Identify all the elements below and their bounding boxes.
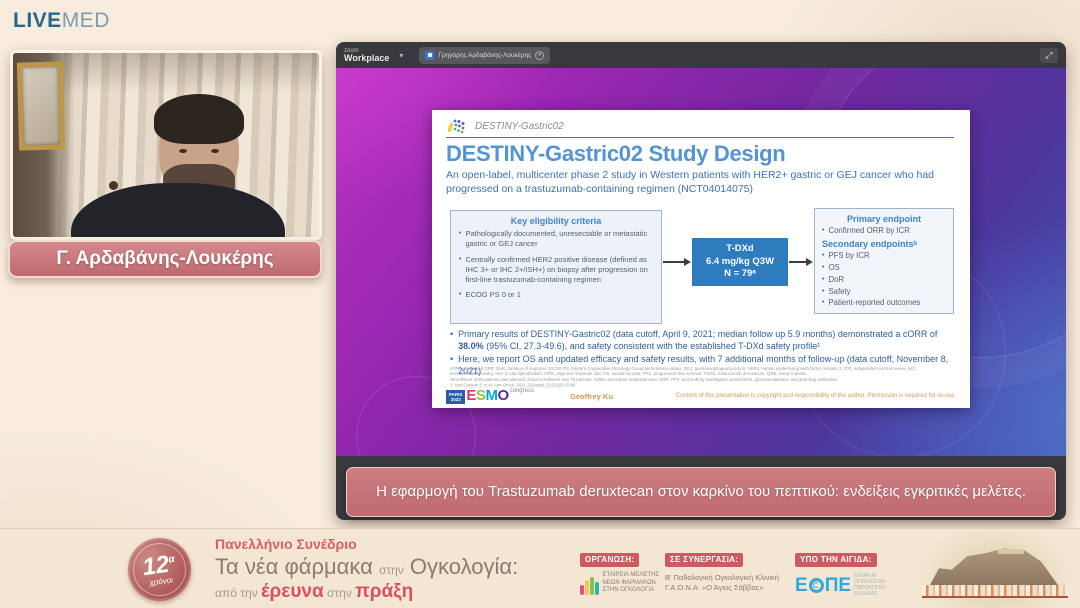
endpoints-box: Primary endpoint Confirmed ORR by ICR Se…: [814, 208, 954, 314]
chevron-down-icon[interactable]: ▾: [399, 51, 403, 60]
slide-title: DESTINY-Gastric02 Study Design: [446, 141, 785, 167]
close-icon[interactable]: ✕: [535, 51, 544, 60]
zoom-window: zoom Workplace ▾ Γρηγόρης Αρδαβάνης-Λουκ…: [336, 42, 1066, 520]
landscape-painting: [902, 529, 1080, 608]
treatment-name: T-DXd: [726, 243, 753, 256]
eligibility-title: Key eligibility criteria: [459, 216, 653, 226]
arrow-right-icon: [663, 261, 685, 263]
livemed-logo-med: MED: [62, 9, 110, 32]
slide-logo-row: DESTINY-Gastric02: [446, 116, 954, 138]
conference-title-block: Πανελλήνιο Συνέδριο Τα νέα φάρμακα στην …: [215, 536, 518, 603]
secondary-endpoint-item: Safety: [822, 287, 946, 297]
session-title-banner: Η εφαρμογή του Trastuzumab deruxtecan στ…: [346, 467, 1056, 517]
primary-endpoint-title: Primary endpoint: [822, 214, 946, 224]
organizer-name: ΕΤΑΙΡΕΙΑ ΜΕΛΕΤΗΣ ΝΕΩΝ ΦΑΡΜΑΚΩΝ ΣΤΗΝ ΟΓΚΟ…: [603, 572, 661, 595]
secondary-endpoint-item: Patient-reported outcomes: [822, 298, 946, 308]
eligibility-item: Pathologically documented, unresectable …: [459, 229, 653, 249]
participant-tab-label: Γρηγόρης Αρδαβάνης-Λουκέρης: [438, 52, 531, 59]
secondary-endpoint-item: OS: [822, 263, 946, 273]
slide-copyright: Content of this presentation is copyrigh…: [676, 393, 956, 399]
anniversary-seal-badge: 12α χρόνοι: [124, 534, 195, 605]
slide-author: Geoffrey Ku: [570, 392, 613, 401]
page-background: LIVEMED Γ. Αρδαβάνης-Λουκέρης zoom Workp…: [0, 0, 1080, 608]
webcam-video: [10, 50, 322, 240]
speaker-name-plate: Γ. Αρδαβάνης-Λουκέρης: [8, 240, 322, 278]
eope-spiral-icon: [809, 578, 824, 593]
destiny-fan-icon: [446, 118, 468, 135]
collaboration-name: Β' Παθολογική Ογκολογική Κλινική Γ.Α.Ο.Ν…: [665, 573, 790, 593]
participant-tab[interactable]: Γρηγόρης Αρδαβάνης-Λουκέρης ✕: [419, 47, 550, 64]
conference-subtitle: από την έρευνα στην πράξη: [215, 581, 518, 603]
conference-title: Τα νέα φάρμακα στην Ογκολογία:: [215, 554, 518, 579]
session-title-text: Η εφαρμογή του Trastuzumab deruxtecan στ…: [376, 481, 1026, 503]
presentation-stage: DESTINY-Gastric02 DESTINY-Gastric02 Stud…: [336, 68, 1066, 456]
arrow-right-icon: [789, 261, 807, 263]
slide-footnotes: cORR, confirmed ORR; DoR, duration of re…: [450, 366, 944, 389]
eligibility-box: Key eligibility criteria Pathologically …: [450, 210, 662, 324]
slide-logo-text: DESTINY-Gastric02: [475, 121, 564, 132]
treatment-dose: 6.4 mg/kg Q3W: [706, 256, 774, 269]
secondary-endpoint-item: DoR: [822, 275, 946, 285]
aegis-block: ΥΠΟ ΤΗΝ ΑΙΓΙΔΑ: ΕΠΕ ΕΤΑΙΡΕΙΑ ΟΓΚΟΛΟΓΩΝ Π…: [795, 549, 910, 597]
footnote-line: cORR, confirmed ORR; DoR, duration of re…: [450, 366, 944, 377]
door-knob: [109, 181, 118, 190]
painting-fortress: [998, 549, 1024, 554]
livemed-logo-live: LIVE: [13, 9, 62, 32]
eligibility-item: ECOG PS 0 or 1: [459, 290, 653, 300]
treatment-box: T-DXd 6.4 mg/kg Q3W N = 79ᵃ: [692, 238, 788, 286]
video-app-icon: [425, 51, 434, 60]
organizer-logo-icon: [580, 577, 599, 595]
slide: DESTINY-Gastric02 DESTINY-Gastric02 Stud…: [432, 110, 970, 408]
esmo-congress-logo: PARIS2022 ESMO congress: [446, 388, 534, 405]
secondary-endpoints-title: Secondary endpointsᵇ: [822, 239, 946, 249]
collaboration-label: ΣΕ ΣΥΝΕΡΓΑΣΙΑ:: [665, 553, 743, 567]
zoom-brand-top: zoom: [344, 48, 389, 54]
conference-footer: 12α χρόνοι Πανελλήνιο Συνέδριο Τα νέα φά…: [0, 528, 1080, 608]
eligibility-item: Centrally confirmed HER2 positive diseas…: [459, 255, 653, 285]
conference-label: Πανελλήνιο Συνέδριο: [215, 536, 518, 552]
esmo-wordmark: ESMO: [466, 388, 508, 403]
aegis-name: ΕΤΑΙΡΕΙΑ ΟΓΚΟΛΟΓΩΝ ΠΑΘΟΛΟΓΩΝ ΕΛΛΑΔΑΣ: [854, 573, 894, 597]
footnote-line: ᵃEnrollment of 80 patients was planned; …: [450, 377, 944, 382]
slide-bullet: Primary results of DESTINY-Gastric02 (da…: [450, 329, 956, 352]
treatment-n: N = 79ᵃ: [724, 268, 756, 281]
speaker-eyes: [173, 148, 225, 154]
esmo-paris-badge: PARIS2022: [446, 390, 465, 405]
livemed-logo: LIVEMED: [13, 9, 110, 33]
secondary-endpoint-item: PFS by ICR: [822, 251, 946, 261]
speaker-name: Γ. Αρδαβάνης-Λουκέρης: [56, 248, 273, 270]
esmo-congress-label: congress: [510, 388, 534, 394]
organizer-label: ΟΡΓΑΝΩΣΗ:: [580, 553, 639, 567]
slide-footer-row: PARIS2022 ESMO congress Geoffrey Ku Cont…: [446, 387, 956, 405]
painting-town: [922, 585, 1068, 598]
primary-endpoint-item: Confirmed ORR by ICR: [822, 226, 946, 236]
zoom-workplace-logo: zoom Workplace: [344, 48, 389, 63]
collaboration-block: ΣΕ ΣΥΝΕΡΓΑΣΙΑ: Β' Παθολογική Ογκολογική …: [665, 549, 790, 593]
picture-frame: [17, 61, 65, 150]
speaker-torso: [71, 183, 285, 240]
expand-icon[interactable]: ⤢: [1040, 48, 1058, 63]
organizer-block: ΟΡΓΑΝΩΣΗ: ΕΤΑΙΡΕΙΑ ΜΕΛΕΤΗΣ ΝΕΩΝ ΦΑΡΜΑΚΩΝ…: [580, 549, 670, 595]
zoom-titlebar: zoom Workplace ▾ Γρηγόρης Αρδαβάνης-Λουκ…: [336, 42, 1066, 68]
slide-subtitle: An open-label, multicenter phase 2 study…: [446, 169, 954, 196]
zoom-brand-bottom: Workplace: [344, 54, 389, 63]
eope-logo: ΕΠΕ: [795, 576, 851, 595]
aegis-label: ΥΠΟ ΤΗΝ ΑΙΓΙΔΑ:: [795, 553, 877, 567]
